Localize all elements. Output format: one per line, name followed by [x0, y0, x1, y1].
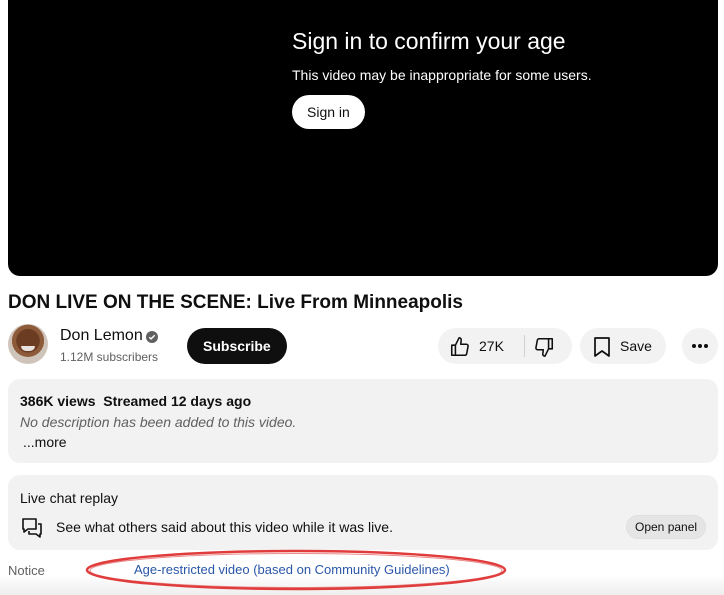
show-more-link[interactable]: ...more [23, 434, 67, 450]
age-gate: Sign in to confirm your age This video m… [292, 27, 592, 129]
like-count: 27K [479, 338, 504, 354]
view-count-and-date: 386K views Streamed 12 days ago [20, 393, 252, 409]
save-label: Save [620, 338, 652, 354]
channel-avatar[interactable] [8, 324, 48, 364]
channel-name[interactable]: Don Lemon [60, 327, 143, 345]
thumbs-up-icon [450, 337, 469, 357]
live-chat-description: See what others said about this video wh… [56, 519, 393, 535]
live-chat-title: Live chat replay [20, 490, 119, 506]
open-panel-button[interactable]: Open panel [626, 515, 707, 539]
bookmark-icon [594, 337, 610, 357]
save-button[interactable]: Save [580, 328, 666, 364]
channel-row: Don Lemon 1.12M subscribers Subscribe 27… [8, 324, 718, 368]
description-box[interactable]: 386K views Streamed 12 days ago No descr… [8, 379, 718, 463]
like-dislike-group: 27K [438, 328, 572, 364]
age-gate-title: Sign in to confirm your age [292, 28, 566, 54]
like-button[interactable]: 27K [438, 328, 524, 364]
notice-row: Notice Age-restricted video (based on Co… [0, 552, 724, 595]
live-chat-replay-box: Live chat replay See what others said ab… [8, 475, 718, 550]
notice-label: Notice [8, 563, 45, 578]
thumbs-down-icon [535, 337, 554, 357]
age-gate-subtitle: This video may be inappropriate for some… [292, 67, 592, 83]
video-title: DON LIVE ON THE SCENE: Live From Minneap… [8, 292, 463, 313]
verified-check-icon [146, 331, 158, 343]
more-horizontal-icon [692, 344, 708, 348]
subscribe-button[interactable]: Subscribe [187, 328, 287, 364]
description-text: No description has been added to this vi… [20, 414, 297, 430]
sign-in-button[interactable]: Sign in [292, 95, 365, 129]
more-actions-button[interactable] [682, 328, 718, 364]
age-restriction-link[interactable]: Age-restricted video (based on Community… [134, 562, 450, 577]
video-player[interactable]: Sign in to confirm your age This video m… [8, 0, 718, 276]
chat-bubbles-icon [22, 518, 42, 538]
dislike-button[interactable] [525, 328, 572, 364]
subscriber-count: 1.12M subscribers [60, 350, 159, 364]
